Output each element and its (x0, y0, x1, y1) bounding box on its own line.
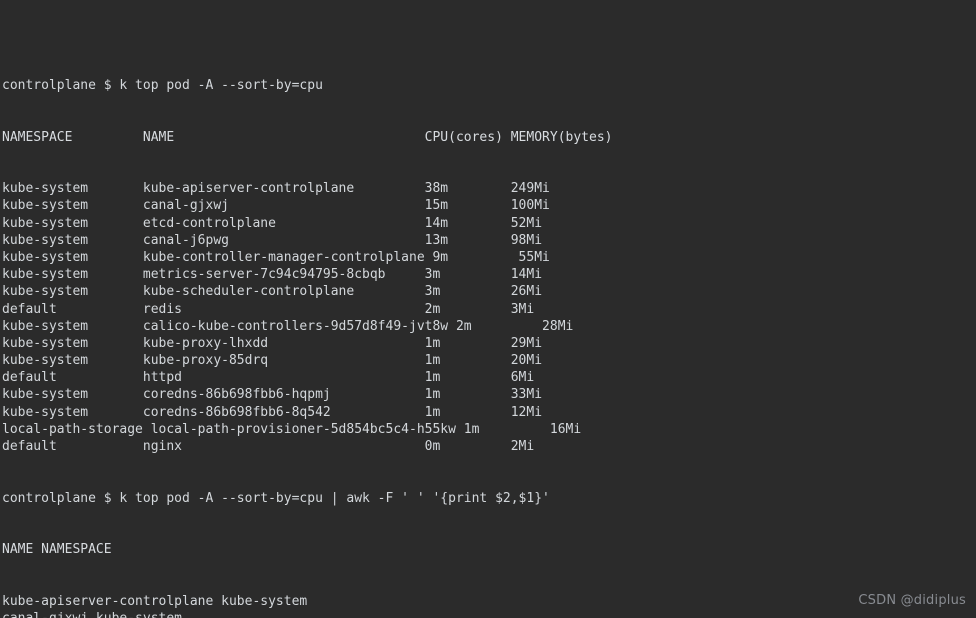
watermark-label: CSDN @didiplus (858, 592, 966, 608)
table-row: default httpd 1m 6Mi (2, 370, 535, 386)
table-row: canal-gjxwj kube-system (2, 610, 612, 618)
table-row: kube-system kube-proxy-85drq 1m 20Mi (2, 353, 543, 369)
table-1-header-row: NAMESPACE NAME CPU(cores) MEMORY(bytes) (2, 129, 613, 145)
table-row: kube-system metrics-server-7c94c94795-8c… (2, 267, 543, 283)
terminal-window[interactable]: controlplane $ k top pod -A --sort-by=cp… (0, 0, 976, 618)
terminal-command-line-1: controlplane $ k top pod -A --sort-by=cp… (2, 78, 323, 93)
table-row: local-path-storage local-path-provisione… (2, 421, 582, 437)
table-row: default redis 2m 3Mi (2, 301, 535, 317)
terminal-command-line-2: controlplane $ k top pod -A --sort-by=cp… (2, 490, 550, 506)
table-row: kube-system kube-controller-manager-cont… (2, 249, 550, 265)
table-2-header-row: NAME NAMESPACE (2, 542, 112, 558)
table-row: kube-system etcd-controlplane 14m 52Mi (2, 215, 543, 231)
table-row: kube-system coredns-86b698fbb6-hqpmj 1m … (2, 387, 543, 403)
table-row: kube-system kube-proxy-lhxdd 1m 29Mi (2, 335, 543, 351)
table-row: kube-system calico-kube-controllers-9d57… (2, 318, 574, 334)
table-row: kube-apiserver-controlplane kube-system (2, 593, 308, 609)
table-row: default nginx 0m 2Mi (2, 439, 535, 454)
table-row: kube-system kube-scheduler-controlplane … (2, 284, 543, 300)
table-row: kube-system kube-apiserver-controlplane … (2, 181, 550, 197)
terminal-screen: controlplane $ k top pod -A --sort-by=cp… (2, 0, 612, 618)
table-1-body: kube-system kube-apiserver-controlplane … (2, 180, 612, 455)
table-row: kube-system coredns-86b698fbb6-8q542 1m … (2, 404, 543, 420)
table-row: kube-system canal-gjxwj 15m 100Mi (2, 198, 550, 214)
table-row: kube-system canal-j6pwg 13m 98Mi (2, 232, 543, 248)
terminal-line-top-partial (2, 25, 612, 42)
table-2-body: kube-apiserver-controlplane kube-systemc… (2, 593, 612, 618)
